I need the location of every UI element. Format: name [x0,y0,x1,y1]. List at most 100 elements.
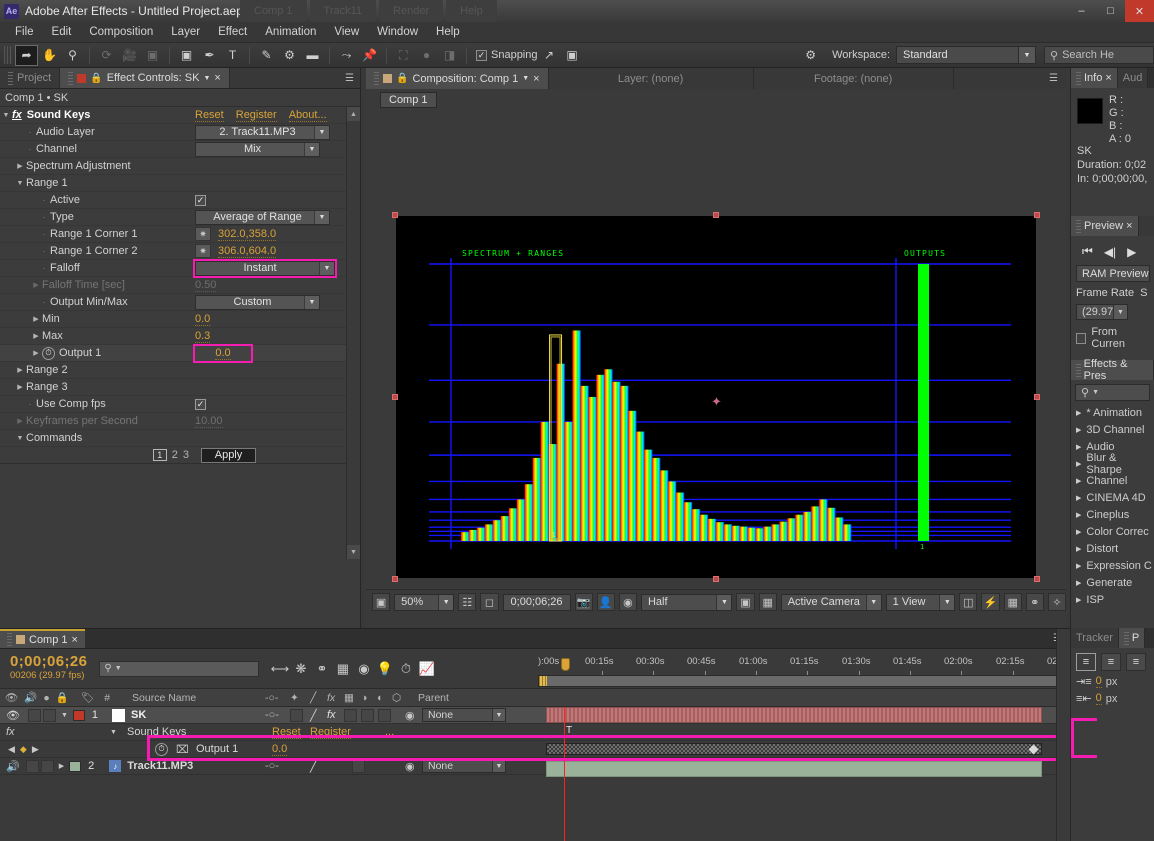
tab-audio[interactable]: Aud [1117,68,1149,88]
close-icon[interactable]: × [1126,220,1132,232]
property-name[interactable]: Output 1 [196,743,238,755]
eye-icon[interactable]: 👁 [6,709,20,722]
chevron-down-icon[interactable]: ▼ [939,594,955,610]
min-value[interactable]: 0.0 [195,313,211,326]
snap-arrow-icon[interactable]: ↗ [538,45,561,66]
motion-blur-icon[interactable]: ◉ [353,659,374,679]
channel-select[interactable]: Mix ▼ [195,141,320,157]
effect-name[interactable]: Sound Keys [127,726,186,738]
tab-composition[interactable]: 🔒 Composition: Comp 1 ▼ × [366,68,549,89]
audio-layer-select[interactable]: 2. Track11.MP3 ▼ [195,124,330,140]
label-icon[interactable]: 🏷 [81,691,94,704]
maximize-button[interactable]: □ [1096,0,1125,22]
menu-effect[interactable]: Effect [209,22,256,43]
chevron-down-icon[interactable]: ▼ [522,75,529,82]
work-area-start-handle[interactable] [539,676,547,686]
layer-switch-frameblend[interactable] [344,708,357,722]
reset-link[interactable]: Reset [195,109,224,122]
composition-viewer[interactable]: 1 1 SPECTRUM + RANGES OUTPUTS ✦ [366,111,1066,589]
align-right-icon[interactable]: ≡ [1126,653,1146,671]
row-range-1[interactable]: ▼ Range 1 [0,175,360,192]
point-picker-icon[interactable]: ✷ [195,227,211,241]
menu-window[interactable]: Window [368,22,427,43]
disclosure-triangle-icon[interactable]: ▶ [14,366,26,374]
about-link[interactable]: About... [288,109,327,122]
disclosure-triangle-icon[interactable]: ▶ [30,349,42,357]
reset-link[interactable]: Reset [272,726,301,739]
disclosure-triangle-icon[interactable]: ▼ [14,435,26,442]
switch-collapse-icon[interactable]: ✦ [290,692,299,704]
breadcrumb[interactable]: Comp 1 [380,92,437,108]
hand-tool-icon[interactable]: ✋ [38,45,61,66]
chevron-down-icon[interactable]: ▼ [492,760,505,772]
solo-toggle[interactable] [40,759,54,773]
close-button[interactable]: ✕ [1125,0,1154,22]
menu-animation[interactable]: Animation [256,22,325,43]
more-link[interactable]: ... [385,726,394,738]
chevron-down-icon[interactable]: ▼ [203,75,210,82]
audio-icon[interactable]: 🔊 [6,760,20,773]
graph-icon[interactable]: ⌧ [176,743,189,756]
timeline-ruler[interactable]: ):00s 00:15s 00:30s 00:45s 01:00s 01:15s… [538,649,1070,689]
comp-panel-menu-button[interactable]: ☰ [953,68,1066,89]
playhead-handle[interactable] [561,658,570,671]
chevron-down-icon[interactable]: ▼ [304,295,319,309]
channel-rgb-icon[interactable]: ◉ [618,593,637,611]
chevron-down-icon[interactable]: ▼ [319,261,334,275]
tab-preview[interactable]: Preview × [1071,216,1139,236]
toolbar-grip[interactable] [4,46,12,64]
effects-category[interactable]: ▶ Cineplus [1071,506,1154,523]
audio-icon[interactable]: 🔊 [24,691,37,704]
selection-handle[interactable] [1034,394,1040,400]
align-center-icon[interactable]: ≡ [1101,653,1121,671]
tab-effects-presets[interactable]: Effects & Pres [1071,358,1154,382]
layer-switch-fx[interactable]: fx [327,709,336,721]
menu-file[interactable]: File [6,22,43,43]
eye-icon[interactable]: 👁 [5,691,18,704]
align-left-icon[interactable]: ≡ [1076,653,1096,671]
stopwatch-icon[interactable]: ⏱ [42,346,55,360]
workspace-gear-icon[interactable]: ⚙ [799,45,822,66]
selection-handle[interactable] [1034,212,1040,218]
next-keyframe-icon[interactable]: ▶ [32,744,39,755]
apply-button[interactable]: Apply [201,447,256,463]
selection-handle[interactable] [1034,576,1040,582]
layer-bar-track11[interactable] [546,761,1042,777]
effects-category[interactable]: ▶ 3D Channel [1071,421,1154,438]
tab-effect-controls[interactable]: 🔒 Effect Controls: SK ▼ × [60,68,230,88]
comp-flowchart-icon[interactable]: ⚭ [1025,593,1044,611]
roto-brush-tool-icon[interactable]: ⤳ [335,45,358,66]
brush-tool-icon[interactable]: ✎ [255,45,278,66]
layer-label-color[interactable] [69,760,82,772]
menu-help[interactable]: Help [427,22,469,43]
row-range-3[interactable]: ▶ Range 3 [0,379,360,396]
use-comp-fps-checkbox[interactable]: ✓ [195,398,206,410]
parent-pickwhip-icon[interactable]: ◉ [405,709,415,722]
tab-project[interactable]: Project [0,68,61,88]
row-spectrum-adjustment[interactable]: ▶ Spectrum Adjustment [0,158,360,175]
show-snapshot-icon[interactable]: 👤 [596,593,615,611]
preset-2-button[interactable]: 2 [172,449,178,461]
rotation-tool-icon[interactable]: ⟳ [95,45,118,66]
graph-editor-icon[interactable]: 📈 [416,659,437,679]
effects-search-input[interactable]: ⚲ ▼ [1075,384,1150,401]
disclosure-triangle-icon[interactable]: ▼ [0,112,12,119]
parent-pickwhip-icon[interactable]: ◉ [405,760,415,773]
chevron-down-icon[interactable]: ▼ [716,594,732,610]
output-minmax-select[interactable]: Custom ▼ [195,294,320,310]
solo-icon[interactable]: ● [43,692,49,704]
scroll-down-icon[interactable]: ▼ [347,545,360,559]
frame-rate-select[interactable]: (29.97) ▼ [1076,304,1128,320]
current-timecode[interactable]: 0;00;06;26 [10,654,87,669]
timeline-icon[interactable]: ▦ [1003,593,1022,611]
type-select[interactable]: Average of Range ▼ [195,209,330,225]
align-center-icon[interactable]: ⛶ [392,45,415,66]
effects-category[interactable]: ▶ Generate [1071,574,1154,591]
output-1-value-box[interactable]: 0.0 [193,343,253,363]
solo-toggle[interactable] [42,708,56,722]
snapping-toggle[interactable]: ✓ Snapping [476,49,538,61]
from-current-checkbox[interactable] [1076,332,1087,344]
camera-tool-icon[interactable]: 🎥 [118,45,141,66]
chevron-down-icon[interactable]: ▼ [1018,47,1035,63]
tab-footage[interactable]: Footage: (none) [753,68,954,89]
